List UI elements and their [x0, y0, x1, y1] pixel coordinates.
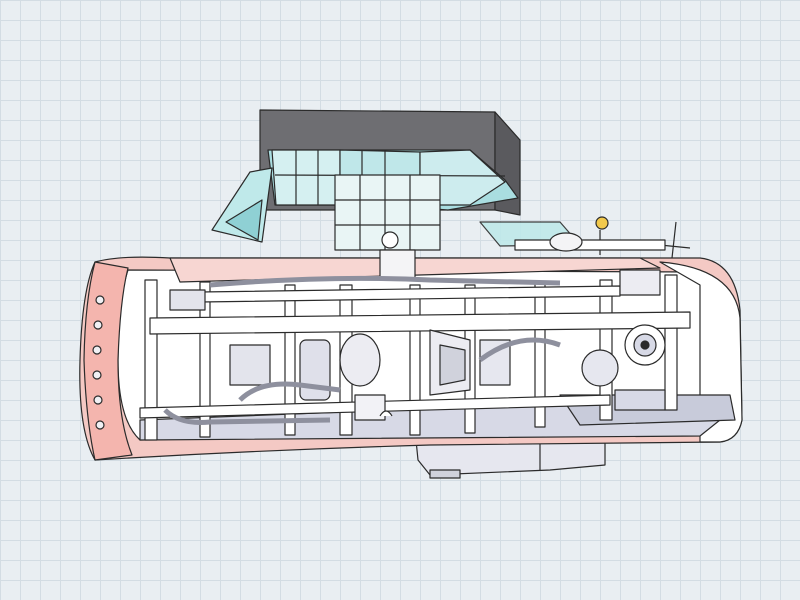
cad-viewport[interactable]	[0, 0, 800, 600]
cutaway-model	[79, 109, 743, 479]
